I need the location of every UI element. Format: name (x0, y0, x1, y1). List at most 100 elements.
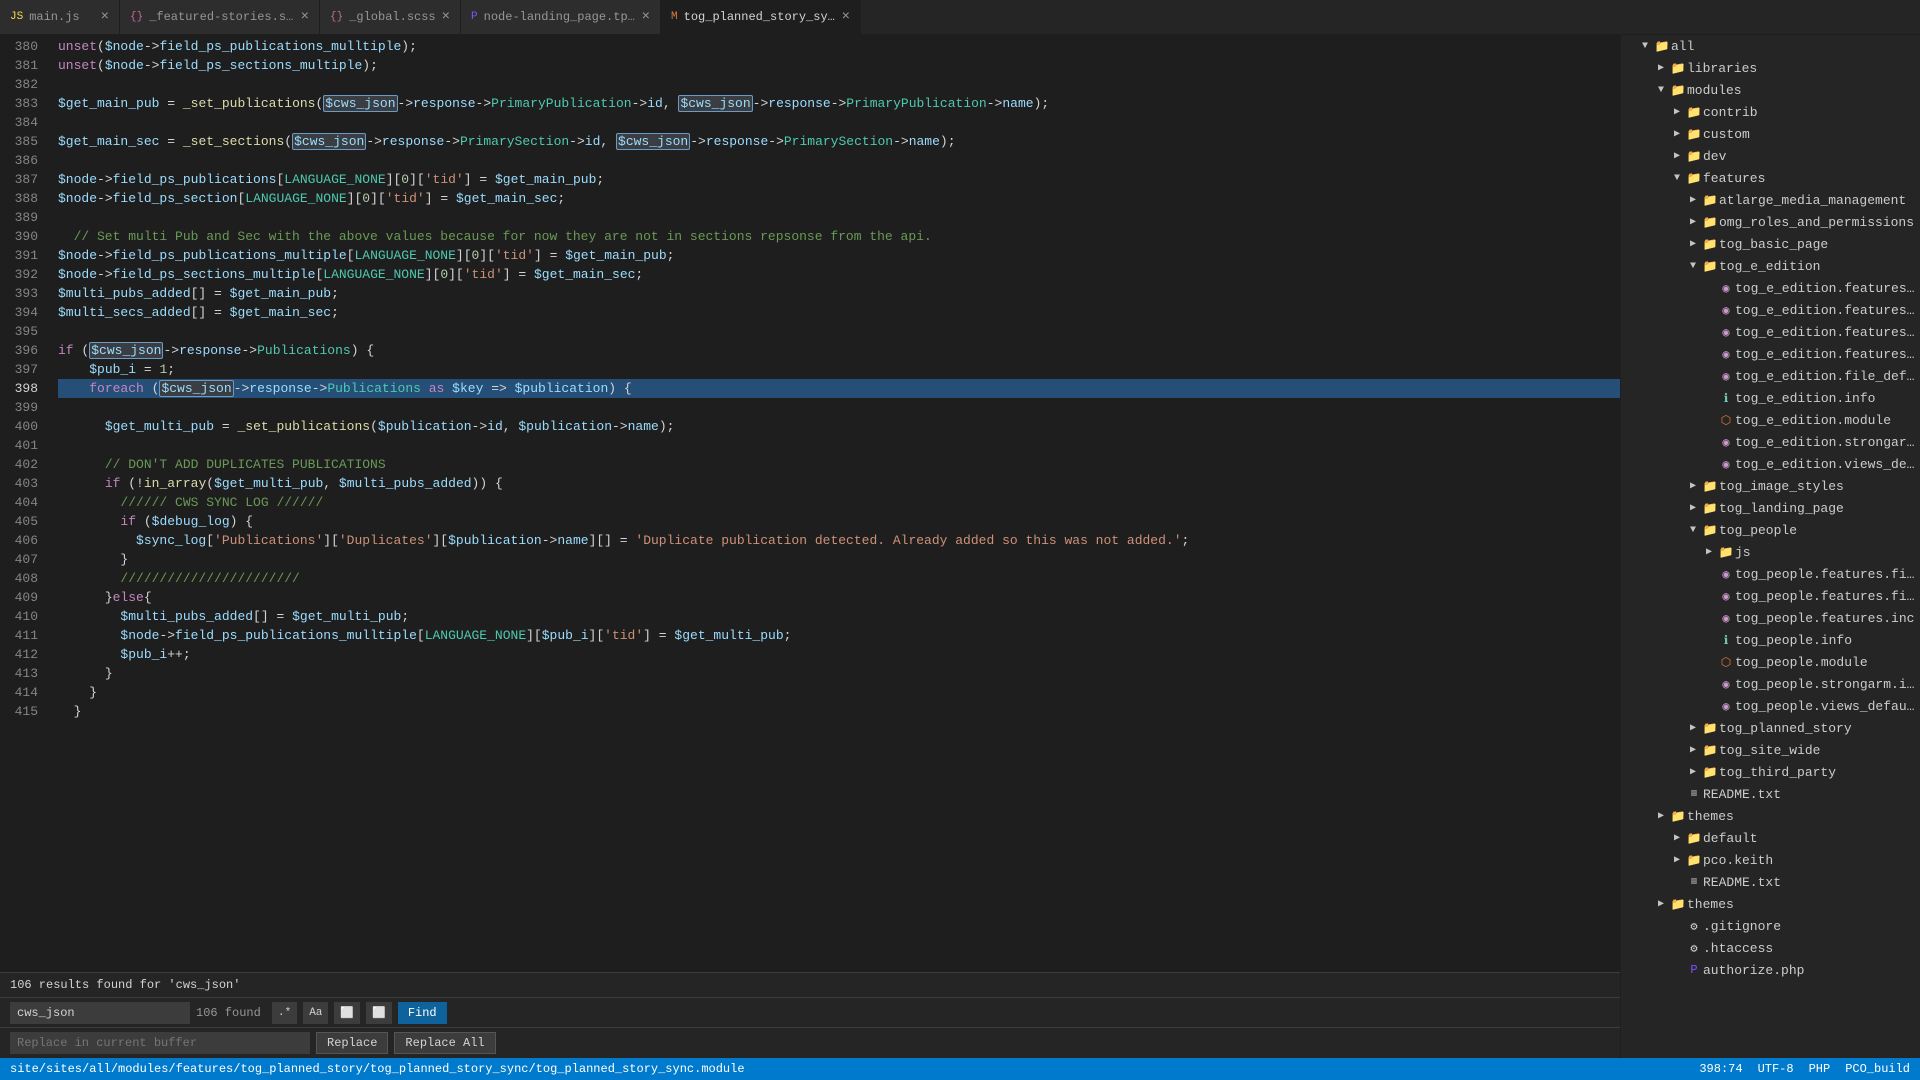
sidebar-item-atlarge[interactable]: ▶ 📁 atlarge_media_management (1621, 189, 1920, 211)
tree-label-features: features (1703, 171, 1920, 186)
tree-label-tog-people-field-instance: tog_people.features.field_instance.inc (1735, 589, 1920, 604)
code-line-389 (58, 208, 1620, 227)
code-container: 380 381 382 383 384 385 386 387 388 389 … (0, 35, 1620, 721)
sidebar-item-tog-people-info[interactable]: ▶ ℹ tog_people.info (1621, 629, 1920, 651)
sidebar-item-htaccess[interactable]: ▶ ⚙ .htaccess (1621, 937, 1920, 959)
tree-label-tog-e-edition-features-inc: tog_e_edition.features.inc (1735, 325, 1920, 340)
sidebar-item-tog-image-styles[interactable]: ▶ 📁 tog_image_styles (1621, 475, 1920, 497)
sidebar-item-tog-e-edition-field-instance[interactable]: ▶ ◉ tog_e_edition.features.field_instanc… (1621, 299, 1920, 321)
sidebar-item-dev[interactable]: ▶ 📁 dev (1621, 145, 1920, 167)
sidebar-item-tog-e-edition-module[interactable]: ▶ ⬡ tog_e_edition.module (1621, 409, 1920, 431)
tab-close-global[interactable]: × (442, 10, 450, 24)
code-line-401 (58, 436, 1620, 455)
sidebar-item-tog-e-edition[interactable]: ▼ 📁 tog_e_edition (1621, 255, 1920, 277)
tab-icon-scss: {} (130, 11, 143, 23)
line-num-400: 400 (0, 417, 38, 436)
folder-icon-modules: 📁 (1669, 83, 1687, 98)
folder-icon-features: 📁 (1685, 171, 1703, 186)
sidebar-item-tog-people-field-instance[interactable]: ▶ ◉ tog_people.features.field_instance.i… (1621, 585, 1920, 607)
find-regex-btn[interactable]: .* (272, 1002, 297, 1024)
tree-label-themes-2: themes (1687, 897, 1920, 912)
sidebar-item-tog-landing-page[interactable]: ▶ 📁 tog_landing_page (1621, 497, 1920, 519)
sidebar-item-tog-e-edition-views-default[interactable]: ▶ ◉ tog_e_edition.views_default.inc (1621, 453, 1920, 475)
sidebar-item-tog-basic-page[interactable]: ▶ 📁 tog_basic_page (1621, 233, 1920, 255)
tree-label-htaccess: .htaccess (1703, 941, 1920, 956)
code-line-406: $sync_log['Publications']['Duplicates'][… (58, 531, 1620, 550)
sidebar-item-themes-2[interactable]: ▶ 📁 themes (1621, 893, 1920, 915)
tab-node-landing[interactable]: P node-landing_page.tpl.php × (461, 0, 661, 34)
sidebar-item-tog-people-module[interactable]: ▶ ⬡ tog_people.module (1621, 651, 1920, 673)
sidebar-item-tog-people-features-inc[interactable]: ▶ ◉ tog_people.features.inc (1621, 607, 1920, 629)
find-multiline-btn[interactable]: ⬜ (366, 1002, 392, 1024)
sidebar-item-features[interactable]: ▼ 📁 features (1621, 167, 1920, 189)
file-inc-icon-8: ◉ (1717, 567, 1735, 582)
sidebar-item-readme-txt[interactable]: ▶ ≡ README.txt (1621, 783, 1920, 805)
find-button[interactable]: Find (398, 1002, 447, 1024)
sidebar-item-default[interactable]: ▶ 📁 default (1621, 827, 1920, 849)
status-file-path: site/sites/all/modules/features/tog_plan… (10, 1062, 745, 1076)
sidebar: ▼ 📁 all ▶ 📁 libraries ▼ 📁 modules ▶ 📁 (1620, 35, 1920, 1058)
tab-main-js[interactable]: JS main.js × (0, 0, 120, 34)
tab-close-featured[interactable]: × (301, 10, 309, 24)
find-case-btn[interactable]: Aa (303, 1002, 328, 1024)
sidebar-item-tog-e-edition-features-inc[interactable]: ▶ ◉ tog_e_edition.features.inc (1621, 321, 1920, 343)
sidebar-item-custom[interactable]: ▶ 📁 custom (1621, 123, 1920, 145)
sidebar-item-gitignore[interactable]: ▶ ⚙ .gitignore (1621, 915, 1920, 937)
line-num-396: 396 (0, 341, 38, 360)
sidebar-item-tog-site-wide[interactable]: ▶ 📁 tog_site_wide (1621, 739, 1920, 761)
tab-global-scss[interactable]: {} _global.scss × (320, 0, 461, 34)
code-content[interactable]: unset($node->field_ps_publications_mullt… (50, 35, 1620, 721)
tree-label-authorize-php: authorize.php (1703, 963, 1920, 978)
replace-button[interactable]: Replace (316, 1032, 388, 1054)
replace-input[interactable] (10, 1032, 310, 1054)
tab-featured-stories[interactable]: {} _featured-stories.scss × (120, 0, 320, 34)
code-line-391: $node->field_ps_publications_multiple[LA… (58, 246, 1620, 265)
code-line-398: foreach ($cws_json->response->Publicatio… (58, 379, 1620, 398)
sidebar-item-tog-people-views-default[interactable]: ▶ ◉ tog_people.views_default.inc (1621, 695, 1920, 717)
sidebar-item-all[interactable]: ▼ 📁 all (1621, 35, 1920, 57)
line-num-382: 382 (0, 75, 38, 94)
sidebar-item-authorize-php[interactable]: ▶ P authorize.php (1621, 959, 1920, 981)
sidebar-item-tog-e-edition-field-base[interactable]: ▶ ◉ tog_e_edition.features.field_base.in… (1621, 277, 1920, 299)
sidebar-item-pco-keith[interactable]: ▶ 📁 pco.keith (1621, 849, 1920, 871)
tab-close-main-js[interactable]: × (101, 10, 109, 24)
folder-icon-tog-site-wide: 📁 (1701, 743, 1719, 758)
folder-icon-omg: 📁 (1701, 215, 1719, 230)
folder-icon-tog-third-party: 📁 (1701, 765, 1719, 780)
find-input[interactable] (10, 1002, 190, 1024)
status-build: PCO_build (1845, 1062, 1910, 1076)
find-word-btn[interactable]: ⬜ (334, 1002, 360, 1024)
tab-tog-planned[interactable]: M tog_planned_story_sync.module × (661, 0, 861, 34)
sidebar-item-themes-1[interactable]: ▶ 📁 themes (1621, 805, 1920, 827)
sidebar-item-tog-people-field-base[interactable]: ▶ ◉ tog_people.features.field_base.inc (1621, 563, 1920, 585)
sidebar-item-tog-third-party[interactable]: ▶ 📁 tog_third_party (1621, 761, 1920, 783)
line-num-398: 398 (0, 379, 38, 398)
tab-close-node-landing[interactable]: × (642, 10, 650, 24)
code-line-405: if ($debug_log) { (58, 512, 1620, 531)
line-num-394: 394 (0, 303, 38, 322)
tree-label-tog-people-js: js (1735, 545, 1920, 560)
sidebar-item-contrib[interactable]: ▶ 📁 contrib (1621, 101, 1920, 123)
sidebar-item-modules[interactable]: ▼ 📁 modules (1621, 79, 1920, 101)
sidebar-item-tog-e-edition-file-default[interactable]: ▶ ◉ tog_e_edition.file_default_displays.… (1621, 365, 1920, 387)
sidebar-item-tog-people-js[interactable]: ▶ 📁 js (1621, 541, 1920, 563)
replace-all-button[interactable]: Replace All (394, 1032, 495, 1054)
sidebar-item-omg[interactable]: ▶ 📁 omg_roles_and_permissions (1621, 211, 1920, 233)
tab-label-node-landing: node-landing_page.tpl.php (484, 10, 636, 24)
sidebar-item-tog-planned-story[interactable]: ▶ 📁 tog_planned_story (1621, 717, 1920, 739)
sidebar-item-libraries[interactable]: ▶ 📁 libraries (1621, 57, 1920, 79)
tree-label-custom: custom (1703, 127, 1920, 142)
line-num-380: 380 (0, 37, 38, 56)
bottom-panel: 106 results found for 'cws_json' 106 fou… (0, 972, 1620, 1058)
file-info-icon: ℹ (1717, 391, 1735, 406)
sidebar-item-tog-e-edition-taxonomy[interactable]: ▶ ◉ tog_e_edition.features.taxonomy.inc (1621, 343, 1920, 365)
editor-scroll[interactable]: 380 381 382 383 384 385 386 387 388 389 … (0, 35, 1620, 972)
sidebar-item-tog-people-strongarm[interactable]: ▶ ◉ tog_people.strongarm.inc (1621, 673, 1920, 695)
sidebar-item-tog-people[interactable]: ▼ 📁 tog_people (1621, 519, 1920, 541)
editor-area: 380 381 382 383 384 385 386 387 388 389 … (0, 35, 1620, 1058)
sidebar-item-readme-txt-2[interactable]: ▶ ≡ README.txt (1621, 871, 1920, 893)
sidebar-item-tog-e-edition-info[interactable]: ▶ ℹ tog_e_edition.info (1621, 387, 1920, 409)
tree-label-all: all (1671, 39, 1920, 54)
sidebar-item-tog-e-edition-strongarm[interactable]: ▶ ◉ tog_e_edition.strongarm.inc (1621, 431, 1920, 453)
tab-close-tog-planned[interactable]: × (842, 10, 850, 24)
